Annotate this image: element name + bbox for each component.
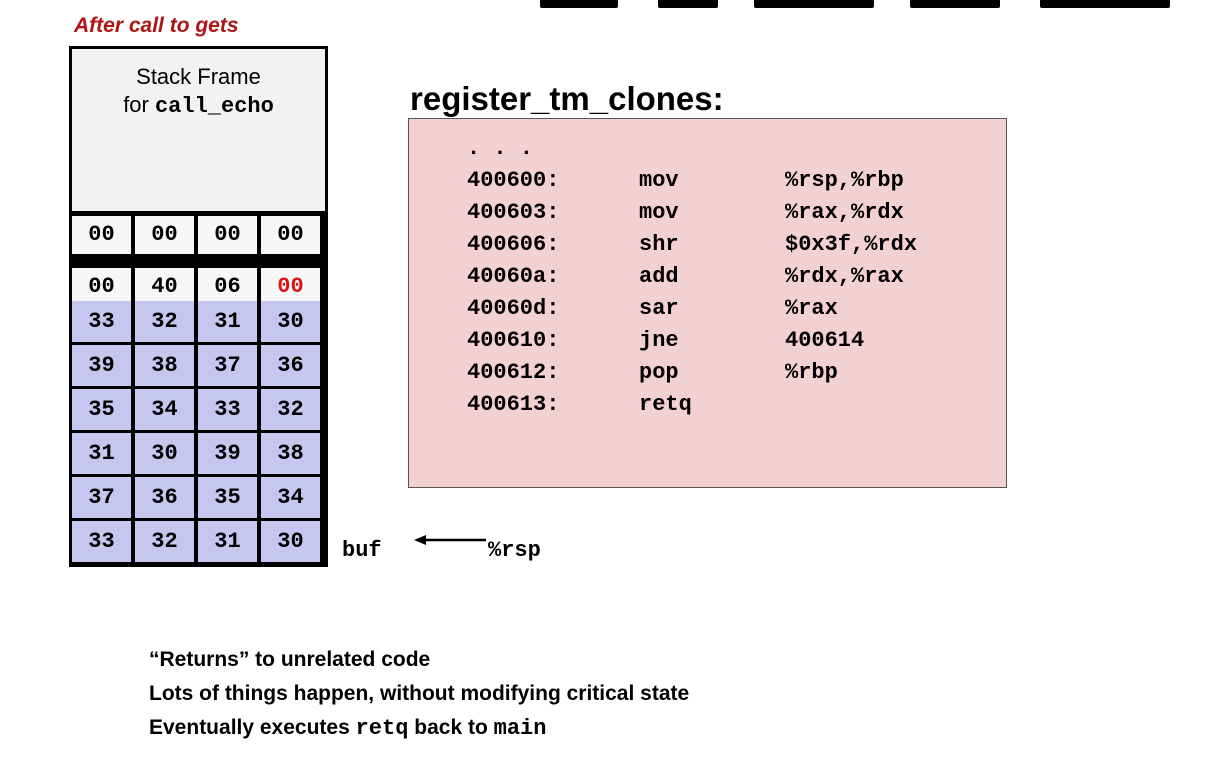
- asm-args: %rbp: [785, 360, 838, 385]
- asm-op: add: [639, 264, 679, 289]
- note-executes-retq: Eventually executes retq back to main: [149, 716, 547, 741]
- asm-addr: 400603:: [467, 200, 560, 225]
- stack-frame-function: call_echo: [154, 94, 274, 119]
- stack-byte-cell: 34: [261, 477, 320, 518]
- stack-byte-cell: 00: [261, 216, 320, 254]
- asm-op: sar: [639, 296, 679, 321]
- stack-diagram: Stack Frame for call_echo 00 00 00 00 00 40 06…: [69, 46, 328, 567]
- stack-byte-cell: 39: [198, 433, 257, 474]
- notes: “Returns” to unrelated code Lots of thin…: [149, 646, 689, 748]
- asm-addr: 400606:: [467, 232, 560, 257]
- asm-args: %rsp,%rbp: [785, 168, 904, 193]
- stack-frame-title: Stack Frame: [136, 64, 261, 89]
- asm-addr: 400612:: [467, 360, 560, 385]
- stack-byte-cell: 34: [135, 389, 194, 430]
- stack-byte-cell: 31: [72, 433, 131, 474]
- stack-byte-cell: 33: [72, 301, 131, 342]
- note-things-happen: Lots of things happen, without modifying…: [149, 682, 690, 705]
- stack-byte-cell: 32: [135, 301, 194, 342]
- stack-byte-cell: 37: [198, 345, 257, 386]
- stack-byte-cell: 33: [198, 389, 257, 430]
- asm-args: $0x3f,%rdx: [785, 232, 918, 257]
- asm-addr: 400600:: [467, 168, 560, 193]
- note-returns: “Returns” to unrelated code: [149, 648, 431, 671]
- asm-op: mov: [639, 168, 679, 193]
- asm-op: jne: [639, 328, 679, 353]
- assembly-listing: . . . 400600: mov %rsp,%rbp 400603: mov %rax,…: [408, 118, 1007, 488]
- asm-op: mov: [639, 200, 679, 225]
- stack-byte-cell: 36: [261, 345, 320, 386]
- stack-byte-cell: 00: [135, 216, 194, 254]
- stack-byte-cell: 30: [261, 521, 320, 562]
- asm-op: pop: [639, 360, 679, 385]
- note-code-retq: retq: [355, 716, 409, 741]
- stack-byte-cell: 38: [135, 345, 194, 386]
- note-code-main: main: [493, 716, 547, 741]
- asm-args: %rax: [785, 296, 838, 321]
- stack-byte-cell: 35: [198, 477, 257, 518]
- stack-byte-cell: 32: [135, 521, 194, 562]
- stack-byte-cell: 33: [72, 521, 131, 562]
- stack-byte-cell: 36: [135, 477, 194, 518]
- stack-byte-cell: 31: [198, 301, 257, 342]
- stack-byte-cell: 35: [72, 389, 131, 430]
- stack-frame-subtitle: for call_echo: [123, 92, 274, 119]
- stack-byte-cell: 30: [135, 433, 194, 474]
- asm-op: shr: [639, 232, 679, 257]
- asm-addr: 400613:: [467, 392, 560, 417]
- stack-byte-cell: 38: [261, 433, 320, 474]
- rsp-label: %rsp: [488, 538, 541, 563]
- asm-op: retq: [639, 392, 692, 417]
- stack-byte-cell: 00: [72, 216, 131, 254]
- function-title: register_tm_clones:: [410, 80, 724, 117]
- stack-byte-cell: 30: [261, 301, 320, 342]
- asm-addr: 40060a:: [467, 264, 560, 289]
- stack-byte-cell: 39: [72, 345, 131, 386]
- asm-addr: 40060d:: [467, 296, 560, 321]
- stack-byte-cell: 32: [261, 389, 320, 430]
- cropped-heading-text: [540, 0, 1210, 8]
- pointer-arrow-icon: [414, 535, 486, 545]
- stack-byte-cell: 31: [198, 521, 257, 562]
- asm-args: 400614: [785, 328, 865, 353]
- asm-addr: 400610:: [467, 328, 560, 353]
- buf-label: buf: [342, 538, 382, 563]
- asm-args: %rax,%rdx: [785, 200, 904, 225]
- asm-args: %rdx,%rax: [785, 264, 904, 289]
- stack-byte-cell: 37: [72, 477, 131, 518]
- stack-byte-cell: 00: [198, 216, 257, 254]
- stack-caption: After call to gets: [74, 14, 239, 37]
- stack-frame-box: Stack Frame for call_echo: [72, 49, 325, 211]
- asm-ellipsis: . . .: [467, 136, 534, 161]
